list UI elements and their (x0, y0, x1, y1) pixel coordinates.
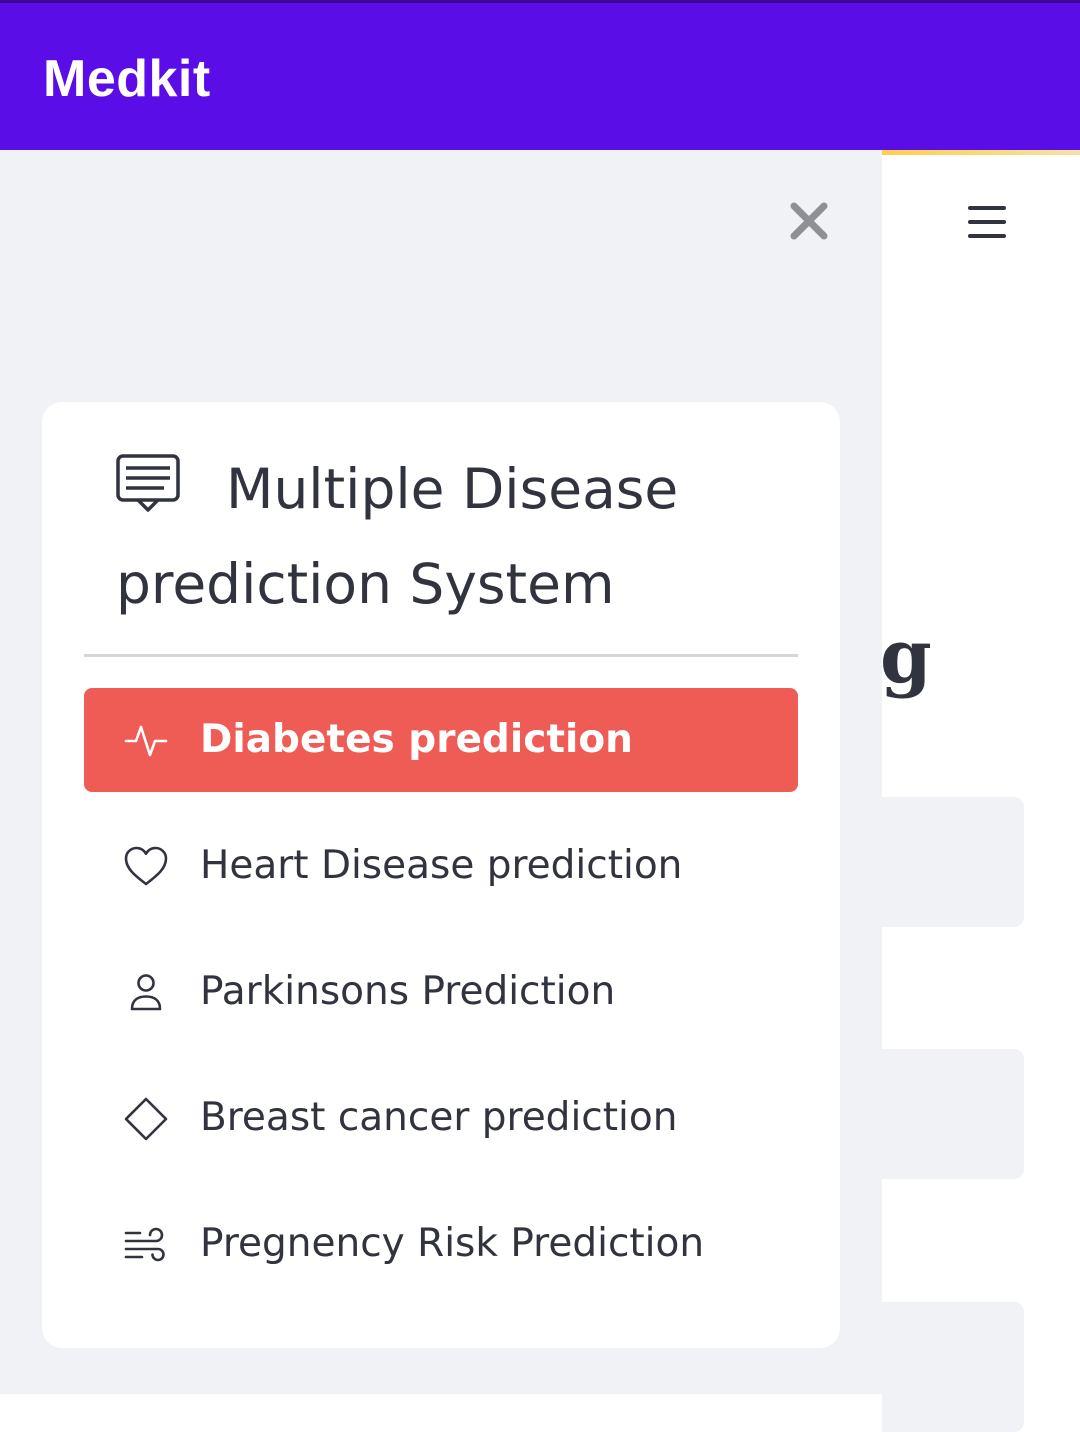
menu-item-label: Parkinsons Prediction (200, 969, 616, 1014)
content-card (882, 1302, 1024, 1432)
diamond-icon (124, 1097, 168, 1141)
content-card (882, 797, 1024, 927)
close-sidebar-button[interactable] (786, 198, 832, 244)
divider (84, 654, 798, 657)
list-message-icon (116, 454, 180, 512)
activity-icon (124, 725, 168, 757)
menu-item-heart-disease-prediction[interactable]: Heart Disease prediction (84, 814, 798, 918)
menu-item-pregnency-risk-prediction[interactable]: Pregnency Risk Prediction (84, 1192, 798, 1296)
menu-title: Multiple Disease prediction System (116, 442, 806, 632)
menu-item-label: Pregnency Risk Prediction (200, 1221, 705, 1266)
menu-item-label: Heart Disease prediction (200, 843, 683, 888)
main-content: g (880, 150, 1080, 1432)
menu-item-parkinsons-prediction[interactable]: Parkinsons Prediction (84, 940, 798, 1044)
person-icon (130, 974, 162, 1011)
menu-title-text: Multiple Disease prediction System (116, 457, 679, 616)
content-card (882, 1049, 1024, 1179)
close-icon (790, 202, 828, 240)
page-heading: g (880, 614, 932, 700)
decoration-line (882, 150, 1080, 155)
app-header: Medkit (0, 0, 1080, 150)
app-title: Medkit (43, 50, 211, 108)
wind-icon (124, 1227, 165, 1262)
heart-icon (124, 846, 168, 886)
menu-item-label: Breast cancer prediction (200, 1095, 678, 1140)
menu-item-label: Diabetes prediction (200, 717, 633, 762)
menu-item-breast-cancer-prediction[interactable]: Breast cancer prediction (84, 1066, 798, 1170)
menu-item-diabetes-prediction[interactable]: Diabetes prediction (84, 688, 798, 792)
option-menu: Multiple Disease prediction System Diabe… (42, 402, 840, 1348)
hamburger-menu-icon[interactable] (968, 206, 1008, 246)
